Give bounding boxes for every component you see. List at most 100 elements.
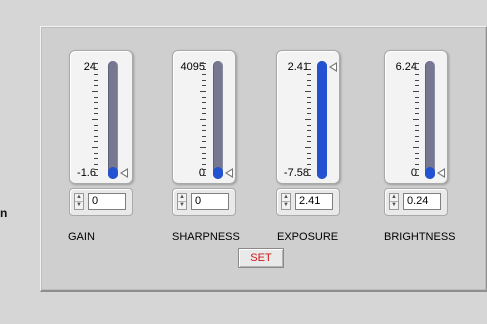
scale-tick — [415, 158, 419, 160]
scale-tick — [202, 135, 206, 137]
exposure-track[interactable] — [317, 61, 327, 179]
scale-tick — [307, 107, 311, 109]
scale-tick — [202, 141, 206, 143]
decrement-arrow-icon[interactable]: ▼ — [178, 202, 186, 209]
gain-slider[interactable]: 24 -1.6 — [69, 50, 133, 184]
scale-tick — [92, 175, 98, 176]
brightness-value-field[interactable]: 0.24 — [403, 193, 441, 210]
scale-tick — [307, 130, 311, 132]
scale-tick — [307, 68, 311, 70]
sharpness-value-field[interactable]: 0 — [191, 193, 229, 210]
gain-pointer-icon[interactable] — [120, 168, 128, 178]
sharpness-scale — [200, 51, 208, 183]
scale-tick — [94, 169, 98, 171]
brightness-slider[interactable]: 6.24 0 — [384, 50, 448, 184]
sharpness-track[interactable] — [213, 61, 223, 179]
scale-tick — [307, 141, 311, 143]
sharpness-label: SHARPNESS — [172, 231, 240, 243]
scale-tick — [307, 102, 311, 104]
gain-scale — [92, 51, 100, 183]
scale-tick — [94, 85, 98, 87]
scale-tick — [92, 147, 98, 148]
exposure-pointer-icon[interactable] — [329, 62, 337, 72]
decrement-arrow-icon[interactable]: ▼ — [75, 202, 83, 209]
scale-tick — [202, 158, 206, 160]
scale-tick — [94, 141, 98, 143]
scale-tick — [94, 107, 98, 109]
exposure-numeric-control: ▲ ▼ 2.41 — [276, 188, 340, 216]
scale-tick — [94, 96, 98, 98]
scale-tick — [202, 124, 206, 126]
scale-tick — [200, 119, 206, 120]
clipped-label-fragment: n — [0, 206, 8, 220]
decrement-arrow-icon[interactable]: ▼ — [390, 202, 398, 209]
scale-tick — [415, 152, 419, 154]
scale-tick — [202, 102, 206, 104]
increment-arrow-icon[interactable]: ▲ — [390, 194, 398, 202]
gain-track[interactable] — [108, 61, 118, 179]
brightness-spinner[interactable]: ▲ ▼ — [389, 193, 399, 210]
scale-tick — [305, 91, 311, 92]
scale-tick — [415, 113, 419, 115]
exposure-slider[interactable]: 2.41 -7.58 — [276, 50, 340, 184]
scale-tick — [200, 147, 206, 148]
scale-tick — [305, 119, 311, 120]
sharpness-spinner[interactable]: ▲ ▼ — [177, 193, 187, 210]
scale-tick — [94, 79, 98, 81]
scale-tick — [202, 169, 206, 171]
brightness-track[interactable] — [425, 61, 435, 179]
scale-tick — [415, 107, 419, 109]
scale-tick — [415, 135, 419, 137]
increment-arrow-icon[interactable]: ▲ — [282, 194, 290, 202]
scale-tick — [415, 96, 419, 98]
scale-tick — [413, 119, 419, 120]
sharpness-numeric-control: ▲ ▼ 0 — [172, 188, 236, 216]
scale-tick — [413, 147, 419, 148]
scale-tick — [307, 169, 311, 171]
increment-arrow-icon[interactable]: ▲ — [75, 194, 83, 202]
brightness-numeric-control: ▲ ▼ 0.24 — [384, 188, 448, 216]
exposure-fill — [317, 61, 327, 179]
gain-value-field[interactable]: 0 — [88, 193, 126, 210]
scale-tick — [94, 152, 98, 154]
scale-tick — [202, 96, 206, 98]
brightness-pointer-icon[interactable] — [437, 168, 445, 178]
scale-tick — [202, 113, 206, 115]
brightness-fill — [425, 167, 435, 179]
scale-tick — [305, 175, 311, 176]
scale-tick — [200, 175, 206, 176]
scale-tick — [307, 85, 311, 87]
gain-spinner[interactable]: ▲ ▼ — [74, 193, 84, 210]
scale-tick — [413, 63, 419, 64]
scale-tick — [415, 79, 419, 81]
exposure-spinner[interactable]: ▲ ▼ — [281, 193, 291, 210]
scale-tick — [94, 158, 98, 160]
scale-tick — [94, 130, 98, 132]
sharpness-slider[interactable]: 4095 0 — [172, 50, 236, 184]
gain-fill — [108, 167, 118, 179]
sharpness-pointer-icon[interactable] — [225, 168, 233, 178]
scale-tick — [202, 85, 206, 87]
scale-tick — [415, 169, 419, 171]
brightness-label: BRIGHTNESS — [384, 231, 456, 243]
exposure-value-field[interactable]: 2.41 — [295, 193, 333, 210]
scale-tick — [202, 68, 206, 70]
scale-tick — [202, 152, 206, 154]
increment-arrow-icon[interactable]: ▲ — [178, 194, 186, 202]
scale-tick — [202, 130, 206, 132]
scale-tick — [92, 91, 98, 92]
scale-tick — [413, 175, 419, 176]
scale-tick — [94, 124, 98, 126]
decrement-arrow-icon[interactable]: ▼ — [282, 202, 290, 209]
scale-tick — [415, 163, 419, 165]
scale-tick — [200, 63, 206, 64]
scale-tick — [94, 113, 98, 115]
scale-tick — [307, 113, 311, 115]
scale-tick — [202, 163, 206, 165]
scale-tick — [307, 124, 311, 126]
scale-tick — [307, 152, 311, 154]
set-button[interactable]: SET — [238, 248, 284, 268]
scale-tick — [415, 141, 419, 143]
scale-tick — [305, 147, 311, 148]
scale-tick — [94, 102, 98, 104]
